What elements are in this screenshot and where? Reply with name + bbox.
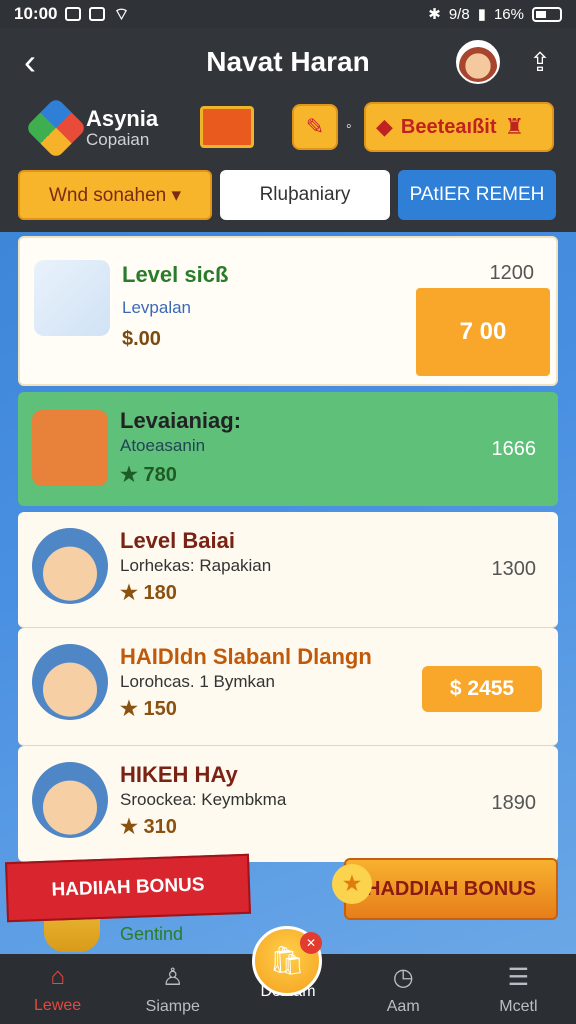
nav-item-history[interactable]: ◷ Aam (346, 954, 461, 1024)
nav-item-home[interactable]: ⌂ Lewee (0, 954, 115, 1024)
bonus-banner-left[interactable]: HADIIAH BONUS (5, 853, 251, 923)
price-button[interactable]: $ 2455 (422, 666, 542, 712)
signal-icon: ▮ (477, 6, 486, 23)
list-item[interactable]: HIKEH HAy Sroockea: Keymbkma ★ 310 1890 (18, 746, 558, 862)
item-price: ★ 180 (120, 582, 177, 604)
nav-label: Aam (386, 997, 420, 1015)
shopping-bag-icon: 🛍 (269, 945, 305, 976)
content-list: Level sicß Levpalan $.00 1200 7 00 Levai… (0, 232, 576, 954)
bonus-right-label: HADDIAH BONUS (366, 877, 536, 900)
bluetooth-icon: ✱ (428, 6, 441, 23)
user-icon: ♙ (162, 963, 184, 991)
brand-logo-icon (24, 96, 88, 160)
status-right-text: 9/8 (448, 5, 470, 23)
item-price: ★ 150 (120, 698, 177, 720)
item-count: 1666 (491, 438, 537, 460)
item-subtitle: Sroockea: Keymbkma (120, 790, 287, 809)
wifi-icon: ⌔ (113, 4, 130, 24)
list-item[interactable]: Level Baiai Lorhekas: Rapakian ★ 180 130… (18, 512, 558, 628)
notification-icon (65, 7, 82, 21)
item-count: 1300 (491, 558, 537, 580)
filter-chip-dropdown[interactable]: Wnd sonahen ▾ (18, 170, 212, 220)
buy-button[interactable]: 7 00 (416, 288, 550, 376)
item-price: $.00 (122, 328, 161, 350)
item-subtitle: Lorohcas. 1 Bymkan (120, 672, 275, 691)
chevron-left-icon: ‹ (24, 41, 36, 82)
bag-icon: ♜ (504, 114, 525, 139)
tag-icon: ✎ (305, 114, 325, 139)
item-count: 1890 (491, 792, 537, 814)
item-title: Level sicß (122, 262, 229, 287)
home-icon: ⌂ (50, 963, 65, 990)
brand-name: Asynia (86, 106, 159, 131)
battery-icon (532, 6, 562, 22)
status-time: 10:00 (14, 4, 58, 23)
star-icon: ★ (332, 864, 372, 904)
item-subtitle: Lorhekas: Rapakian (120, 556, 272, 575)
tag-button[interactable]: ✎ (292, 104, 338, 150)
nav-item-profile[interactable]: ♙ Siampe (115, 954, 230, 1024)
menu-icon: ☰ (507, 963, 530, 991)
share-button[interactable]: ⇪ (520, 42, 560, 82)
clock-icon: ◷ (392, 963, 414, 991)
battery-percent: 16% (493, 5, 524, 23)
bestseller-label: Beeteaıßit (400, 115, 497, 138)
filter-chip-blue[interactable]: PAtIER REMEH (398, 170, 556, 220)
gentind-label: Gentind (120, 924, 184, 944)
nav-item-menu[interactable]: ☰ Mcetl (461, 954, 576, 1024)
filter-row: Wnd sonahen ▾ Rluþaniary PAtIER REMEH (0, 162, 576, 232)
list-item[interactable]: HAIDldn Slabanl Dlangn Lorohcas. 1 Bymka… (18, 628, 558, 746)
status-bar: 10:00 ⌔ ✱ 9/8 ▮ 16% (0, 0, 576, 28)
nav-label: Siampe (145, 997, 200, 1015)
item-price: ★ 780 (120, 464, 177, 486)
ticket-icon: ◆ (376, 114, 393, 139)
item-subtitle: Atoeasanin (120, 436, 206, 455)
nav-label: Mcetl (499, 997, 538, 1015)
brand-subtitle: Copaian (86, 130, 150, 149)
item-title: Level Baiai (120, 528, 235, 553)
item-title: HAIDldn Slabanl Dlangn (120, 644, 372, 669)
list-item[interactable]: Level sicß Levpalan $.00 1200 7 00 (18, 236, 558, 386)
bestseller-button[interactable]: ◆ Beeteaıßit ♜ (364, 102, 554, 152)
share-icon: ⇪ (529, 47, 551, 77)
character-avatar-icon (32, 644, 108, 720)
nav-label: Lewee (34, 997, 82, 1014)
link-icon: ◦ (346, 118, 352, 135)
promo-badge[interactable] (200, 106, 254, 148)
item-subtitle: Levpalan (122, 298, 192, 317)
item-price: ★ 310 (120, 816, 177, 838)
bonus-banner-right[interactable]: ★ HADDIAH BONUS (332, 858, 558, 920)
cash-register-icon (34, 260, 110, 336)
character-avatar-icon (32, 528, 108, 604)
notification-badge: ✕ (300, 932, 322, 954)
item-title: HIKEH HAy (120, 762, 238, 787)
item-count: 1200 (489, 262, 535, 284)
list-item[interactable]: Levaianiag: Atoeasanin ★ 780 1666 (18, 392, 558, 506)
back-button[interactable]: ‹ (0, 28, 60, 96)
item-title: Levaianiag: (120, 408, 242, 433)
app-header: ‹ Navat Haran ⇪ (0, 28, 576, 96)
camera-icon (32, 410, 108, 486)
character-avatar-icon (32, 762, 108, 838)
filter-chip-plain[interactable]: Rluþaniary (220, 170, 390, 220)
avatar[interactable] (456, 40, 500, 84)
app-notification-icon (89, 7, 106, 21)
